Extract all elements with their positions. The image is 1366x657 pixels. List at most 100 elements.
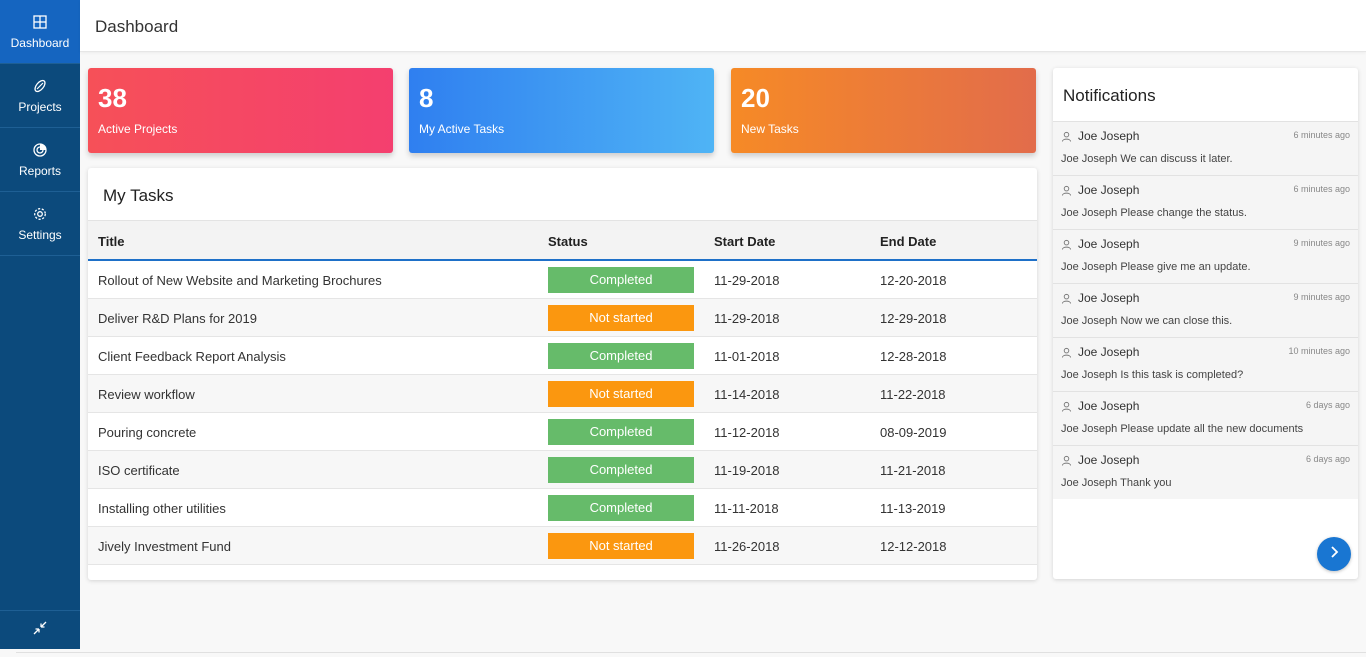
task-start-date: 11-19-2018 <box>714 463 780 478</box>
column-header-title[interactable]: Title <box>98 234 125 249</box>
notification-message: Joe Joseph Thank you <box>1061 477 1172 489</box>
column-header-start-date[interactable]: Start Date <box>714 234 775 249</box>
table-row[interactable]: ISO certificate Completed 11-19-2018 11-21-… <box>88 451 1037 489</box>
notification-time: 6 days ago <box>1305 400 1350 410</box>
task-start-date: 11-29-2018 <box>714 311 780 326</box>
notification-item[interactable]: Joe Joseph 6 minutes ago Joe Joseph We can… <box>1053 121 1358 175</box>
table-row[interactable]: Jively Investment Fund Not started 11-26-2… <box>88 527 1037 565</box>
notification-item[interactable]: Joe Joseph 6 days ago Joe Joseph Thank you <box>1053 445 1358 499</box>
stat-value: 20 <box>741 83 770 113</box>
stat-label: Active Projects <box>98 122 178 136</box>
table-row[interactable]: Pouring concrete Completed 11-12-2018 08-09… <box>88 413 1037 451</box>
sidebar-item-label: Settings <box>18 227 62 242</box>
notification-message: Joe Joseph Please update all the new doc… <box>1061 423 1304 435</box>
user-icon <box>1061 239 1078 250</box>
stat-card-active-projects[interactable]: 38 Active Projects <box>88 68 393 153</box>
notification-user-name: Joe Joseph <box>1078 237 1140 251</box>
chevron-right-icon <box>1327 545 1341 564</box>
task-start-date: 11-12-2018 <box>714 425 780 440</box>
table-row[interactable]: Deliver R&D Plans for 2019 Not started 11-… <box>88 299 1037 337</box>
sidebar-item-label: Dashboard <box>10 35 70 50</box>
status-badge: Not started <box>548 381 694 407</box>
notification-message: Joe Joseph Is this task is completed? <box>1061 369 1244 381</box>
notification-item[interactable]: Joe Joseph 9 minutes ago Joe Joseph Now we… <box>1053 283 1358 337</box>
notifications-list: Joe Joseph 6 minutes ago Joe Joseph We can… <box>1053 121 1358 499</box>
notification-message: Joe Joseph Now we can close this. <box>1061 315 1233 327</box>
notification-time: 6 minutes ago <box>1293 184 1350 194</box>
task-title: Review workflow <box>98 387 195 402</box>
notification-user-name: Joe Joseph <box>1078 453 1140 467</box>
sidebar-item-label: Projects <box>18 99 62 114</box>
notification-item[interactable]: Joe Joseph 9 minutes ago Joe Joseph Please… <box>1053 229 1358 283</box>
sidebar-item-projects[interactable]: Projects <box>0 64 80 128</box>
stat-value: 38 <box>98 83 127 113</box>
notifications-next-button[interactable] <box>1317 537 1351 571</box>
user-icon <box>1061 401 1078 412</box>
task-end-date: 12-20-2018 <box>880 273 947 288</box>
status-badge: Not started <box>548 305 694 331</box>
task-end-date: 12-12-2018 <box>880 539 947 554</box>
divider <box>16 652 1366 653</box>
notification-message: Joe Joseph Please give me an update. <box>1061 261 1251 273</box>
notification-user-name: Joe Joseph <box>1078 129 1140 143</box>
table-row[interactable]: Installing other utilities Completed 11-11… <box>88 489 1037 527</box>
notification-time: 9 minutes ago <box>1293 292 1350 302</box>
notification-user-name: Joe Joseph <box>1078 345 1140 359</box>
notification-message: Joe Joseph We can discuss it later. <box>1061 153 1233 165</box>
user-icon <box>1061 347 1078 358</box>
notification-user-name: Joe Joseph <box>1078 399 1140 413</box>
dashboard-icon <box>32 14 48 30</box>
sidebar-item-label: Reports <box>18 163 62 178</box>
table-row[interactable]: Client Feedback Report Analysis Completed… <box>88 337 1037 375</box>
task-start-date: 11-29-2018 <box>714 273 780 288</box>
collapse-icon <box>32 620 48 641</box>
task-end-date: 11-13-2019 <box>880 501 946 516</box>
task-title: Deliver R&D Plans for 2019 <box>98 311 257 326</box>
task-title: Client Feedback Report Analysis <box>98 349 286 364</box>
tasks-panel: My Tasks Title Status Start Date End Dat… <box>88 168 1037 580</box>
user-icon <box>1061 131 1078 142</box>
status-badge: Completed <box>548 495 694 521</box>
task-title: ISO certificate <box>98 463 180 478</box>
user-icon <box>1061 293 1078 304</box>
sidebar-item-reports[interactable]: Reports <box>0 128 80 192</box>
column-header-end-date[interactable]: End Date <box>880 234 936 249</box>
task-end-date: 08-09-2019 <box>880 425 947 440</box>
reports-icon <box>32 142 48 158</box>
tasks-table-body: Rollout of New Website and Marketing Bro… <box>88 261 1037 565</box>
stat-value: 8 <box>419 83 434 113</box>
gear-icon <box>32 206 48 222</box>
task-start-date: 11-01-2018 <box>714 349 780 364</box>
tasks-table-header: Title Status Start Date End Date <box>88 220 1037 261</box>
table-row[interactable]: Rollout of New Website and Marketing Bro… <box>88 261 1037 299</box>
task-title: Rollout of New Website and Marketing Bro… <box>98 273 382 288</box>
stat-card-new-tasks[interactable]: 20 New Tasks <box>731 68 1036 153</box>
tasks-panel-title: My Tasks <box>103 186 174 205</box>
task-end-date: 11-21-2018 <box>880 463 946 478</box>
task-title: Installing other utilities <box>98 501 226 516</box>
task-end-date: 12-29-2018 <box>880 311 947 326</box>
stat-label: My Active Tasks <box>419 122 505 136</box>
notification-time: 6 minutes ago <box>1293 130 1350 140</box>
notification-time: 9 minutes ago <box>1293 238 1350 248</box>
notification-user-name: Joe Joseph <box>1078 291 1140 305</box>
notification-user-name: Joe Joseph <box>1078 183 1140 197</box>
task-start-date: 11-11-2018 <box>714 501 779 516</box>
column-header-status[interactable]: Status <box>548 234 588 249</box>
notifications-title: Notifications <box>1063 86 1156 105</box>
notification-item[interactable]: Joe Joseph 6 minutes ago Joe Joseph Please… <box>1053 175 1358 229</box>
sidebar-collapse-button[interactable] <box>0 610 80 649</box>
table-row[interactable]: Review workflow Not started 11-14-2018 11-2… <box>88 375 1037 413</box>
notification-message: Joe Joseph Please change the status. <box>1061 207 1247 219</box>
notification-item[interactable]: Joe Joseph 6 days ago Joe Joseph Please up… <box>1053 391 1358 445</box>
sidebar-item-dashboard[interactable]: Dashboard <box>0 0 80 64</box>
status-badge: Completed <box>548 343 694 369</box>
sidebar: Dashboard Projects Reports Settings <box>0 0 80 649</box>
notifications-panel: Notifications Joe Joseph 6 minutes ago Joe… <box>1053 68 1358 579</box>
stat-card-my-active-tasks[interactable]: 8 My Active Tasks <box>409 68 714 153</box>
sidebar-item-settings[interactable]: Settings <box>0 192 80 256</box>
stat-label: New Tasks <box>741 122 799 136</box>
task-start-date: 11-14-2018 <box>714 387 780 402</box>
notification-item[interactable]: Joe Joseph 10 minutes ago Joe Joseph Is th… <box>1053 337 1358 391</box>
user-icon <box>1061 185 1078 196</box>
